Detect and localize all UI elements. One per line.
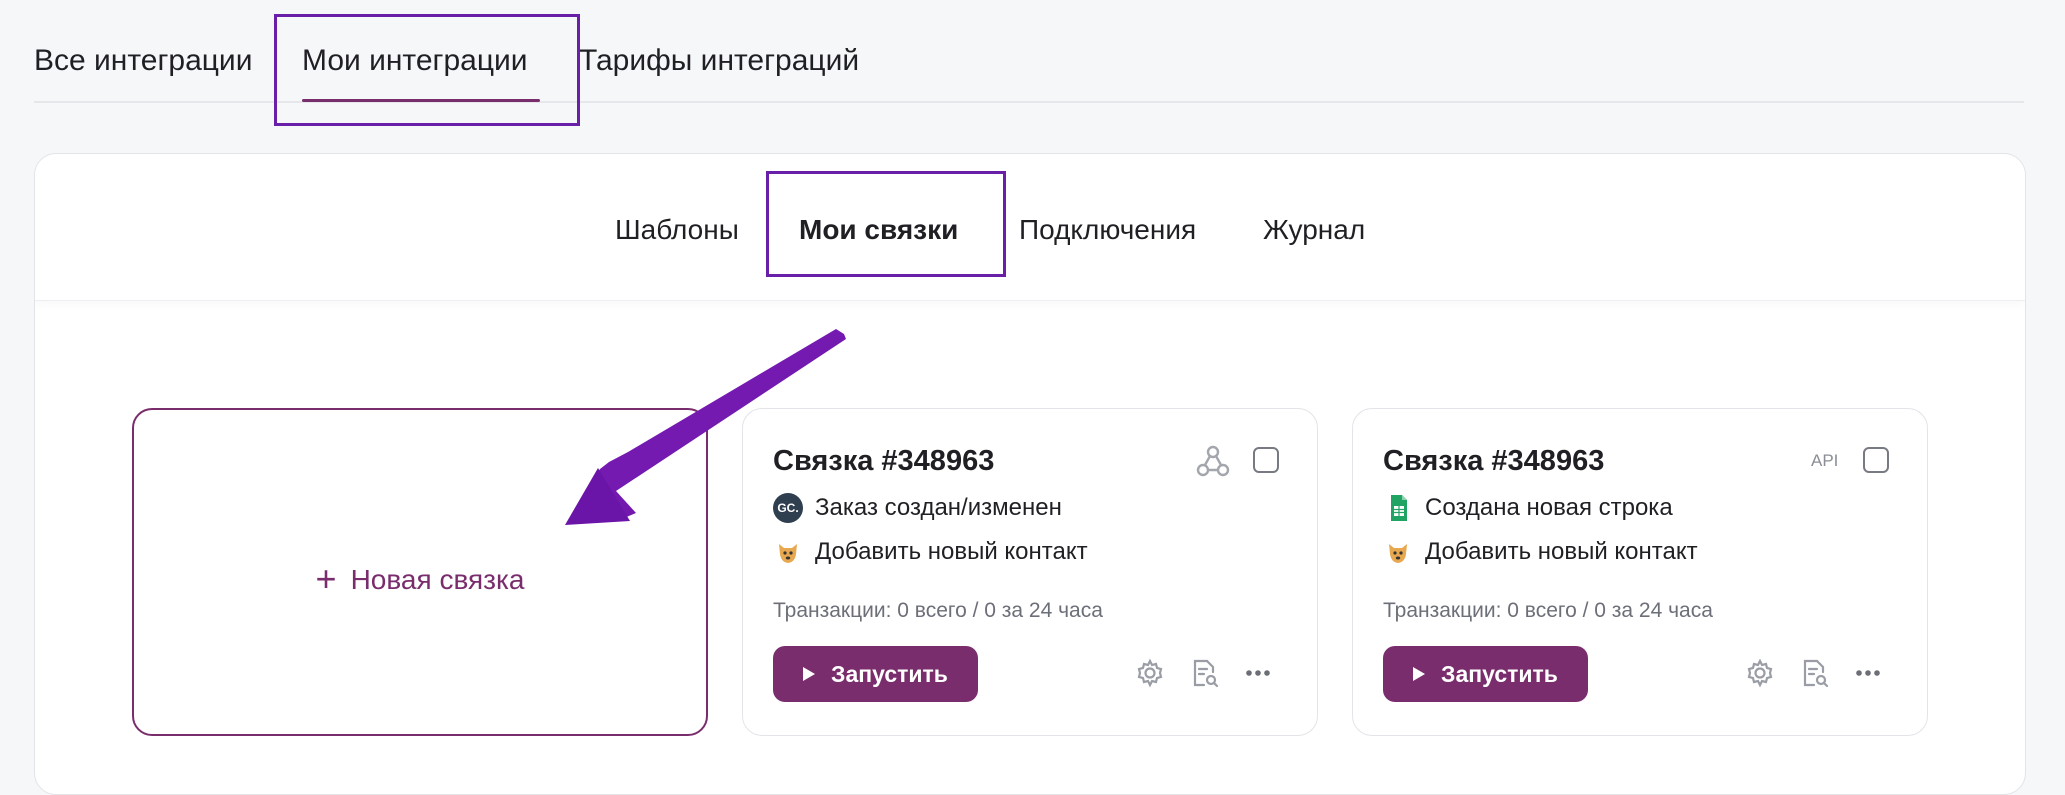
tab-templates[interactable]: Шаблоны — [615, 214, 739, 246]
link-title: Связка #348963 — [773, 445, 995, 477]
plus-icon: + — [315, 558, 337, 599]
trigger-row: GC. Заказ создан/изменен — [773, 493, 1062, 523]
select-checkbox[interactable] — [1253, 447, 1279, 473]
more-options-icon[interactable] — [1851, 656, 1885, 690]
trigger-text: Заказ создан/изменен — [815, 494, 1062, 521]
log-search-icon[interactable] — [1797, 656, 1831, 690]
tab-journal[interactable]: Журнал — [1263, 214, 1365, 246]
action-row: Добавить новый контакт — [1383, 537, 1698, 567]
google-sheets-icon — [1391, 495, 1407, 521]
play-icon — [1413, 667, 1426, 681]
action-text: Добавить новый контакт — [1425, 538, 1698, 565]
trigger-row: Создана новая строка — [1383, 493, 1673, 523]
run-label: Запустить — [1441, 660, 1558, 687]
link-card: Связка #348963 API Создана новая строка … — [1352, 408, 1928, 736]
run-button[interactable]: Запустить — [1383, 646, 1588, 702]
dog-icon — [1389, 544, 1407, 563]
tab-integration-tariffs[interactable]: Тарифы интеграций — [579, 44, 859, 78]
trigger-text: Создана новая строка — [1425, 494, 1673, 521]
tab-connections[interactable]: Подключения — [1019, 214, 1196, 246]
link-card: Связка #348963 GC. Заказ создан/изменен … — [742, 408, 1318, 736]
getcourse-icon: GC. — [773, 493, 803, 523]
run-label: Запустить — [831, 660, 948, 687]
more-options-icon[interactable] — [1241, 656, 1275, 690]
select-checkbox[interactable] — [1863, 447, 1889, 473]
action-text: Добавить новый контакт — [815, 538, 1088, 565]
run-button[interactable]: Запустить — [773, 646, 978, 702]
new-link-label-row: + Новая связка — [134, 558, 706, 600]
gear-icon[interactable] — [1133, 656, 1167, 690]
log-search-icon[interactable] — [1187, 656, 1221, 690]
highlight-box-my-integrations — [274, 14, 580, 126]
transactions-stats: Транзакции: 0 всего / 0 за 24 часа — [1383, 599, 1713, 622]
play-icon — [803, 667, 816, 681]
link-title: Связка #348963 — [1383, 445, 1605, 477]
action-row: Добавить новый контакт — [773, 537, 1088, 567]
gear-icon[interactable] — [1743, 656, 1777, 690]
api-label: API — [1811, 451, 1839, 470]
highlight-box-my-links — [766, 171, 1006, 277]
transactions-stats: Транзакции: 0 всего / 0 за 24 часа — [773, 599, 1103, 622]
sub-tabs-bar: Шаблоны Мои связки Подключения Журнал — [35, 154, 2025, 301]
getcourse-badge: GC. — [777, 501, 799, 515]
webhook-icon — [1196, 445, 1230, 477]
new-link-card[interactable]: + Новая связка — [132, 408, 708, 736]
new-link-label: Новая связка — [350, 564, 525, 595]
dog-icon — [779, 544, 797, 563]
tab-all-integrations[interactable]: Все интеграции — [34, 44, 252, 78]
